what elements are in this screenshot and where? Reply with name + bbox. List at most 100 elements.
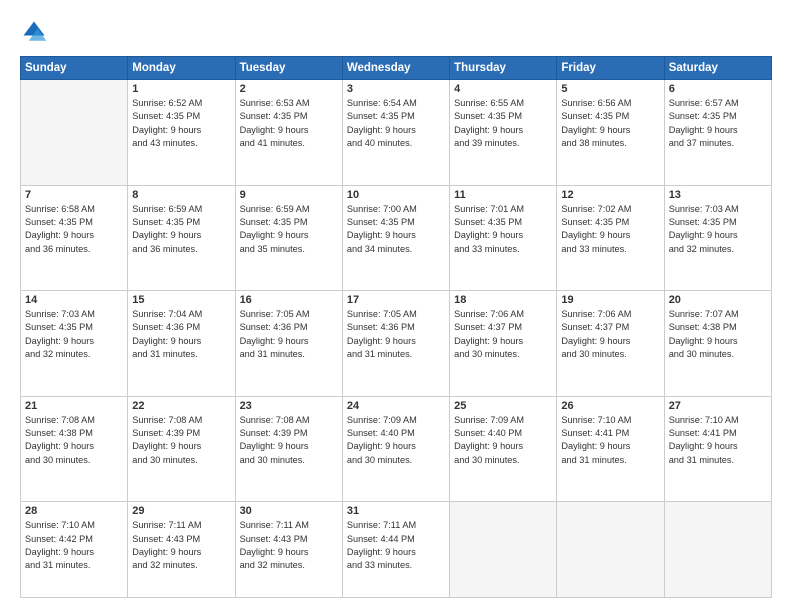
cell-info-line: Sunset: 4:35 PM [132,216,230,229]
cell-info-line: and 34 minutes. [347,243,445,256]
cell-info-line: and 30 minutes. [347,454,445,467]
cell-info-line: Daylight: 9 hours [240,546,338,559]
day-number: 24 [347,400,445,412]
day-number: 30 [240,505,338,517]
cell-info-line: Daylight: 9 hours [132,335,230,348]
cell-info-line: Sunset: 4:35 PM [347,216,445,229]
cell-info-line: Sunset: 4:40 PM [347,427,445,440]
cell-info-line: Daylight: 9 hours [454,229,552,242]
weekday-header-tuesday: Tuesday [235,57,342,80]
day-number: 1 [132,83,230,95]
cell-info-line: Sunset: 4:38 PM [669,321,767,334]
day-number: 27 [669,400,767,412]
cell-info-line: Sunrise: 7:08 AM [240,414,338,427]
cell-info-line: Sunset: 4:35 PM [669,110,767,123]
day-number: 15 [132,294,230,306]
cell-info-line: and 33 minutes. [454,243,552,256]
cell-info-line: Daylight: 9 hours [347,335,445,348]
calendar-cell: 4Sunrise: 6:55 AMSunset: 4:35 PMDaylight… [450,80,557,186]
cell-info-line: Sunset: 4:44 PM [347,533,445,546]
calendar-cell: 18Sunrise: 7:06 AMSunset: 4:37 PMDayligh… [450,291,557,397]
cell-info-line: Daylight: 9 hours [240,335,338,348]
day-number: 4 [454,83,552,95]
day-number: 13 [669,189,767,201]
cell-info-line: and 30 minutes. [132,454,230,467]
cell-info-line: Sunrise: 7:10 AM [669,414,767,427]
cell-info-line: Daylight: 9 hours [25,440,123,453]
day-number: 19 [561,294,659,306]
cell-info-line: Sunrise: 7:10 AM [25,519,123,532]
cell-info-line: and 33 minutes. [347,559,445,572]
cell-info-line: and 30 minutes. [240,454,338,467]
cell-info-line: Sunrise: 7:09 AM [454,414,552,427]
day-number: 3 [347,83,445,95]
cell-info-line: Sunrise: 7:05 AM [347,308,445,321]
cell-info-line: Daylight: 9 hours [132,229,230,242]
cell-info-line: Daylight: 9 hours [561,124,659,137]
cell-info-line: Daylight: 9 hours [347,229,445,242]
day-number: 18 [454,294,552,306]
cell-info-line: Sunset: 4:41 PM [561,427,659,440]
cell-info-line: Sunset: 4:42 PM [25,533,123,546]
cell-info-line: and 38 minutes. [561,137,659,150]
cell-info-line: Sunrise: 7:03 AM [669,203,767,216]
page: SundayMondayTuesdayWednesdayThursdayFrid… [0,0,792,612]
cell-info-line: Sunrise: 7:04 AM [132,308,230,321]
calendar-cell: 6Sunrise: 6:57 AMSunset: 4:35 PMDaylight… [664,80,771,186]
weekday-header-sunday: Sunday [21,57,128,80]
calendar-cell: 28Sunrise: 7:10 AMSunset: 4:42 PMDayligh… [21,502,128,598]
cell-info-line: Sunrise: 6:52 AM [132,97,230,110]
day-number: 23 [240,400,338,412]
cell-info-line: Sunset: 4:35 PM [240,216,338,229]
calendar-cell: 5Sunrise: 6:56 AMSunset: 4:35 PMDaylight… [557,80,664,186]
calendar-cell [450,502,557,598]
calendar-cell: 15Sunrise: 7:04 AMSunset: 4:36 PMDayligh… [128,291,235,397]
cell-info-line: Sunrise: 7:11 AM [347,519,445,532]
cell-info-line: Daylight: 9 hours [561,440,659,453]
day-number: 7 [25,189,123,201]
cell-info-line: Sunset: 4:36 PM [240,321,338,334]
cell-info-line: Sunrise: 7:09 AM [347,414,445,427]
cell-info-line: Sunset: 4:35 PM [454,216,552,229]
calendar-cell: 16Sunrise: 7:05 AMSunset: 4:36 PMDayligh… [235,291,342,397]
cell-info-line: and 43 minutes. [132,137,230,150]
cell-info-line: and 31 minutes. [25,559,123,572]
logo-icon [20,18,48,46]
calendar-cell: 27 Sunrise: 7:10 AMSunset: 4:41 PMDayligh… [664,396,771,502]
cell-info-line: Sunset: 4:35 PM [454,110,552,123]
cell-info-line: Daylight: 9 hours [454,124,552,137]
cell-info-line: Daylight: 9 hours [669,440,767,453]
cell-info-line: Daylight: 9 hours [132,546,230,559]
cell-info-line: Daylight: 9 hours [669,229,767,242]
calendar-cell: 13Sunrise: 7:03 AMSunset: 4:35 PMDayligh… [664,185,771,291]
cell-info-line: Sunrise: 7:02 AM [561,203,659,216]
cell-info-line: and 31 minutes. [240,348,338,361]
cell-info-line: and 36 minutes. [132,243,230,256]
day-number: 9 [240,189,338,201]
weekday-header-friday: Friday [557,57,664,80]
cell-info-line: Sunrise: 6:58 AM [25,203,123,216]
cell-info-line: Daylight: 9 hours [561,229,659,242]
cell-info-line: Daylight: 9 hours [347,546,445,559]
cell-info-line: Sunrise: 6:53 AM [240,97,338,110]
cell-info-line: Sunrise: 6:57 AM [669,97,767,110]
day-number: 17 [347,294,445,306]
cell-info-line: Sunrise: 6:56 AM [561,97,659,110]
calendar-cell: 19Sunrise: 7:06 AMSunset: 4:37 PMDayligh… [557,291,664,397]
cell-info-line: and 32 minutes. [240,559,338,572]
weekday-header-thursday: Thursday [450,57,557,80]
cell-info-line: Sunset: 4:38 PM [25,427,123,440]
cell-info-line: Sunset: 4:41 PM [669,427,767,440]
cell-info-line: Sunrise: 7:10 AM [561,414,659,427]
cell-info-line: Daylight: 9 hours [454,335,552,348]
day-number: 16 [240,294,338,306]
cell-info-line: and 31 minutes. [561,454,659,467]
cell-info-line: and 37 minutes. [669,137,767,150]
cell-info-line: Sunset: 4:35 PM [25,321,123,334]
cell-info-line: Sunrise: 7:08 AM [25,414,123,427]
calendar-cell: 29Sunrise: 7:11 AMSunset: 4:43 PMDayligh… [128,502,235,598]
cell-info-line: Sunrise: 7:01 AM [454,203,552,216]
cell-info-line: Daylight: 9 hours [347,124,445,137]
cell-info-line: Sunrise: 7:11 AM [240,519,338,532]
day-number: 6 [669,83,767,95]
